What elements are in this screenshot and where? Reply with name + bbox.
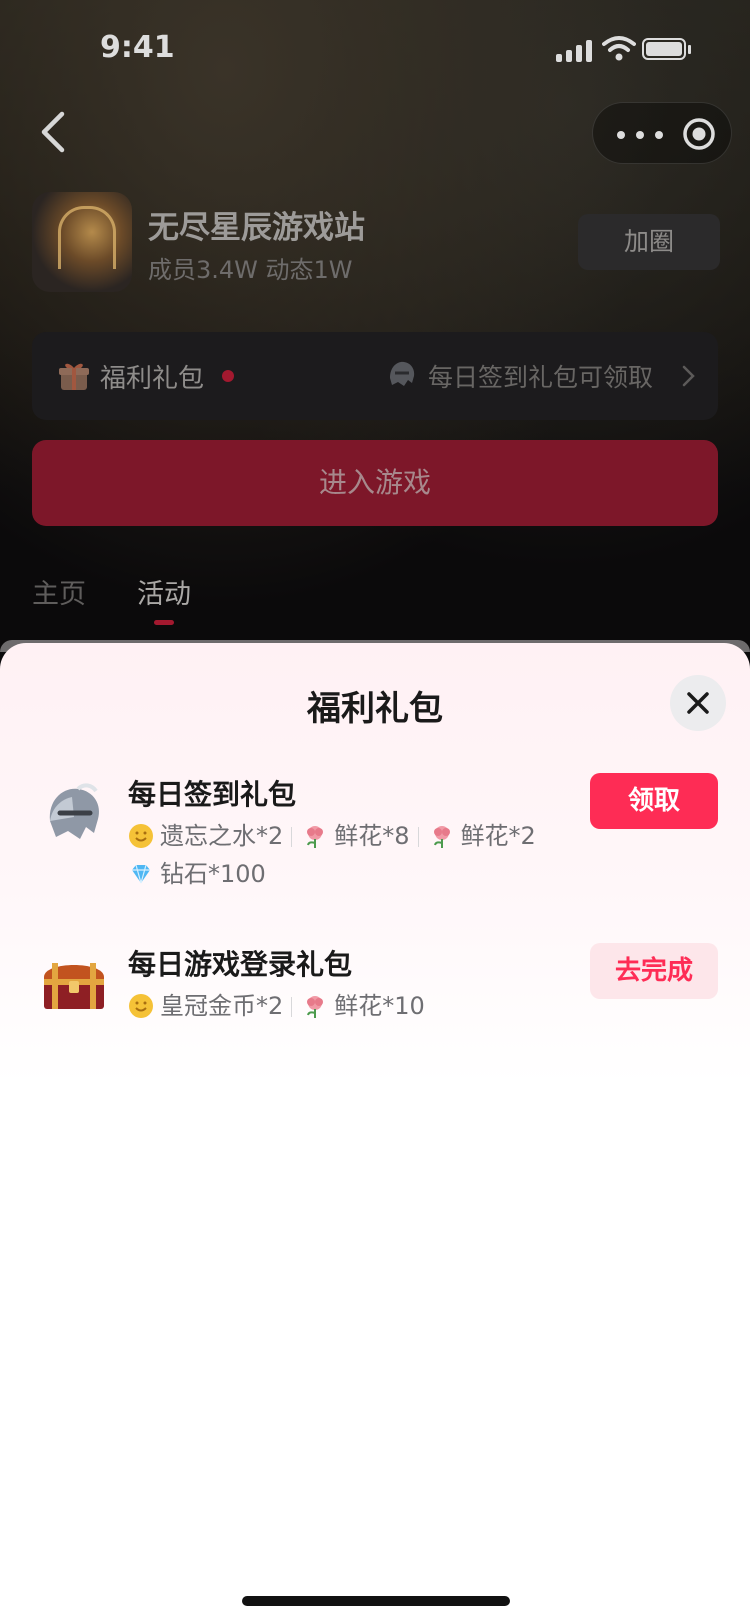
sheet-title: 福利礼包 — [307, 689, 443, 729]
gift-item: 每日签到礼包 遗忘之水*2 鲜花*8 鲜花*2 钻石*100 领取 — [0, 773, 750, 913]
mini-program-capsule — [592, 102, 732, 164]
gift-name: 每日签到礼包 — [128, 778, 297, 811]
chevron-right-icon — [682, 365, 695, 387]
helmet-icon — [390, 361, 415, 386]
reward-item: 皇冠金币*2 — [128, 987, 283, 1025]
reward-item: 遗忘之水*2 — [128, 817, 283, 855]
status-bar: 9:41 — [0, 0, 750, 96]
welfare-bar[interactable]: 福利礼包 每日签到礼包可领取 — [32, 332, 718, 420]
claim-button[interactable]: 领取 — [590, 773, 718, 829]
notification-dot — [222, 370, 234, 382]
back-icon[interactable] — [36, 108, 76, 156]
flower-icon — [307, 826, 324, 848]
join-circle-button[interactable]: 加圈 — [578, 214, 720, 270]
divider — [291, 827, 293, 847]
reward-text: 皇冠金币*2 — [160, 992, 284, 1020]
enter-game-button[interactable]: 进入游戏 — [32, 440, 718, 526]
divider — [417, 827, 419, 847]
tab-home[interactable]: 主页 — [32, 572, 86, 611]
reward-list: 遗忘之水*2 鲜花*8 鲜花*2 钻石*100 — [128, 817, 548, 893]
group-meta: 成员3.4W 动态1W — [148, 256, 353, 284]
close-icon[interactable] — [670, 675, 726, 731]
home-indicator — [242, 1596, 510, 1606]
group-name: 无尽星辰游戏站 — [148, 210, 365, 246]
signal-icon — [556, 38, 596, 62]
battery-icon — [642, 38, 686, 60]
checkin-hint: 每日签到礼包可领取 — [428, 363, 654, 392]
reward-list: 皇冠金币*2 鲜花*10 — [128, 987, 548, 1025]
reward-item: 鲜花*2 — [429, 817, 536, 855]
go-complete-button[interactable]: 去完成 — [590, 943, 718, 999]
group-avatar[interactable] — [32, 192, 132, 292]
helmet-icon — [49, 783, 100, 839]
tab-activity[interactable]: 活动 — [137, 572, 191, 611]
more-icon[interactable] — [615, 119, 665, 149]
gift-icon — [59, 363, 89, 390]
gift-name: 每日游戏登录礼包 — [128, 948, 353, 981]
divider — [291, 997, 293, 1017]
reward-text: 钻石*100 — [160, 860, 266, 888]
reward-text: 鲜花*8 — [334, 822, 410, 850]
active-tab-indicator — [154, 620, 174, 625]
treasure-chest-icon — [44, 963, 104, 1009]
smiley-coin-icon — [129, 824, 153, 848]
reward-text: 遗忘之水*2 — [160, 822, 284, 850]
target-icon[interactable] — [681, 116, 717, 152]
flower-icon — [307, 996, 324, 1018]
welfare-label: 福利礼包 — [100, 364, 205, 394]
reward-item: 鲜花*10 — [302, 987, 425, 1025]
flower-icon — [433, 826, 450, 848]
reward-text: 鲜花*2 — [460, 822, 536, 850]
reward-text: 鲜花*10 — [334, 992, 425, 1020]
gift-item: 每日游戏登录礼包 皇冠金币*2 鲜花*10 去完成 — [0, 943, 750, 1053]
welfare-sheet: 福利礼包 每日签到礼包 遗忘之水*2 鲜花*8 鲜花*2 钻石*100 领取 每日游戏… — [0, 643, 750, 1624]
diamond-icon — [132, 864, 150, 884]
reward-item: 钻石*100 — [128, 855, 266, 893]
smiley-coin-icon — [129, 994, 153, 1018]
status-time: 9:41 — [100, 30, 175, 65]
reward-item: 鲜花*8 — [302, 817, 410, 855]
wifi-icon — [602, 36, 636, 61]
battery-tip — [688, 45, 691, 54]
